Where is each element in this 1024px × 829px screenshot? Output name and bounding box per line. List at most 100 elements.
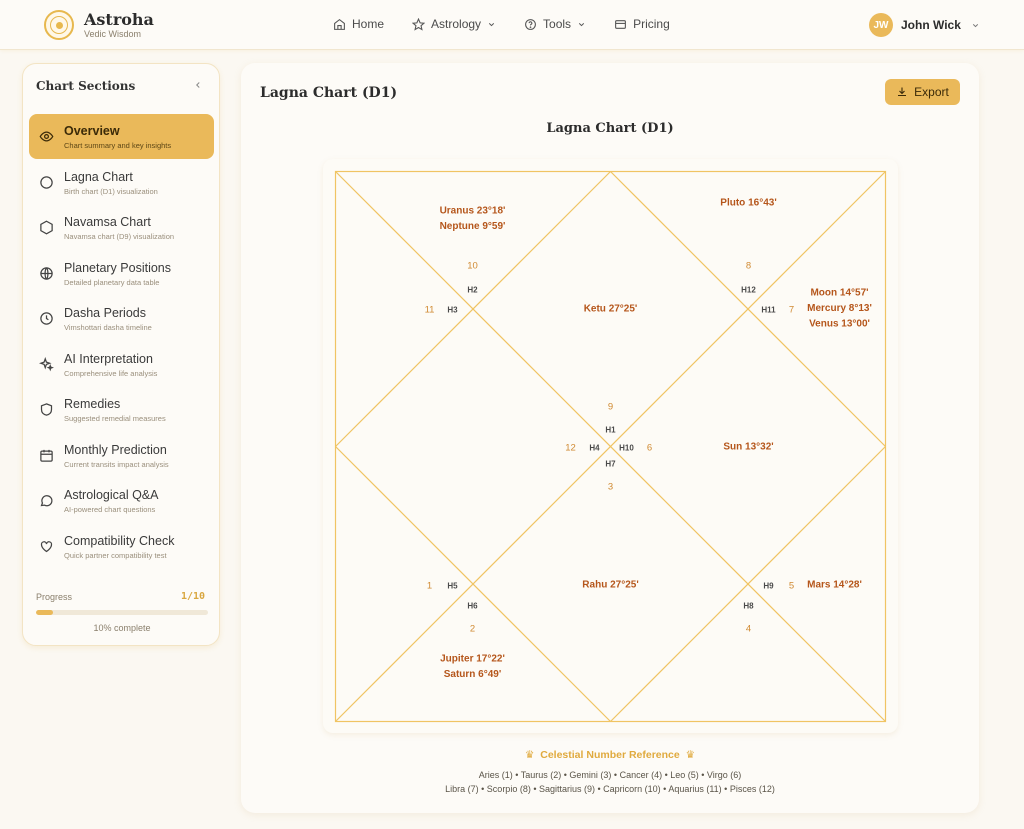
sidebar-item-description: AI-powered chart questions [64,505,156,514]
sign-number-label: 9 [608,402,613,413]
sidebar-item-navamsa-chart[interactable]: Navamsa Chart Navamsa chart (D9) visuali… [29,205,214,250]
house-number-label: H12 [741,286,756,295]
reference-title: ♛ Celestial Number Reference ♛ [241,749,979,761]
brand-tagline: Vedic Wisdom [84,28,142,39]
sign-number-label: 6 [647,443,652,454]
house-number-label: H2 [467,286,478,295]
globe-icon [40,267,53,280]
sidebar-title: Chart Sections [36,79,136,93]
house-number-label: H8 [743,602,754,611]
sign-number-label: 5 [789,581,794,592]
sign-number-label: 4 [746,624,751,635]
planet-label: Mars 14°28' [807,580,862,591]
nav-tools[interactable]: Tools [524,17,586,31]
hexagon-icon [40,220,53,235]
progress-label: Progress [36,592,73,602]
crown-icon: ♛ [524,749,535,761]
chevron-down-icon [972,23,978,27]
sidebar-item-dasha-periods[interactable]: Dasha Periods Vimshottari dasha timeline [29,296,214,341]
nav-astrology[interactable]: Astrology [412,17,496,31]
clock-icon [40,312,53,325]
avatar: JW [869,13,893,37]
progress-bar-fill [36,610,54,615]
user-menu[interactable]: JW John Wick [869,13,980,37]
chevron-down-icon [488,22,495,26]
sign-number-label: 8 [746,261,751,272]
planet-label: Neptune 9°59' [440,221,506,232]
progress-percent-text: 10% complete [93,623,151,633]
sidebar-item-lagna-chart[interactable]: Lagna Chart Birth chart (D1) visualizati… [29,160,214,205]
heart-icon [40,541,53,553]
planet-label: Moon 14°57' [810,288,868,299]
planet-label: Sun 13°32' [723,442,773,453]
crown-icon: ♛ [685,749,695,761]
chevron-down-icon [578,22,585,26]
house-number-label: H4 [589,444,600,453]
sign-number-label: 1 [427,581,432,592]
sidebar-item-description: Detailed planetary data table [64,278,160,287]
nav-pricing[interactable]: Pricing [614,17,670,31]
house-number-label: H1 [605,426,616,435]
sidebar-item-compatibility-check[interactable]: Compatibility Check Quick partner compat… [29,524,214,569]
sidebar-item-overview[interactable]: Overview Chart summary and key insights [29,114,214,159]
reference-title-text: Celestial Number Reference [540,749,680,761]
page-title: Lagna Chart (D1) [260,85,398,101]
sidebar-item-label: Remedies [64,397,121,411]
sign-number-label: 12 [565,443,576,454]
nav-astrology-label: Astrology [431,17,482,31]
sidebar-item-description: Navamsa chart (D9) visualization [64,232,175,241]
export-label: Export [914,85,949,99]
home-icon [334,18,345,30]
nav-home[interactable]: Home [333,17,384,31]
sign-number-label: 7 [789,305,794,316]
brand-name: Astroha [84,9,154,29]
nav-pricing-label: Pricing [633,17,670,31]
sidebar-item-description: Comprehensive life analysis [64,369,158,378]
sign-number-label: 2 [470,624,475,635]
house-number-label: H9 [763,582,774,591]
sidebar-item-monthly-prediction[interactable]: Monthly Prediction Current transits impa… [29,433,214,478]
planet-label: Ketu 27°25' [584,304,638,315]
brand[interactable]: Astroha Vedic Wisdom [44,10,154,40]
sidebar-item-ai-interpretation[interactable]: AI Interpretation Comprehensive life ana… [29,342,214,387]
chart-heading: Lagna Chart (D1) [546,121,674,136]
nav-home-label: Home [352,17,385,31]
progress-count: 1/10 [181,591,206,602]
sidebar-item-label: Lagna Chart [64,170,133,184]
brand-logo-icon [44,10,74,40]
planet-label: Venus 13°00' [809,319,870,330]
planet-label: Mercury 8°13' [807,303,872,314]
reference-line-1: Aries (1) • Taurus (2) • Gemini (3) • Ca… [478,770,742,780]
sidebar-item-astrological-qa[interactable]: Astrological Q&A AI-powered chart questi… [29,478,214,523]
sidebar-item-label: Overview [64,124,120,138]
house-number-label: H7 [605,460,616,469]
help-circle-icon [525,18,536,30]
sidebar-item-planetary-positions[interactable]: Planetary Positions Detailed planetary d… [29,251,214,296]
sign-number-label: 10 [467,261,478,272]
chevron-left-icon[interactable] [193,80,203,90]
sign-number-label: 3 [608,482,613,493]
download-icon [898,87,907,97]
house-number-label: H11 [761,306,776,315]
sparkles-icon [39,357,54,372]
credit-card-icon [615,19,626,29]
house-number-label: H5 [447,582,458,591]
sidebar-item-label: Dasha Periods [64,306,146,320]
planet-label: Saturn 6°49' [444,669,502,680]
house-number-label: H10 [619,444,634,453]
main-panel: Lagna Chart (D1) Export Lagna Chart (D1)… [241,63,979,813]
planet-label: Rahu 27°25' [582,580,638,591]
house-number-label: H6 [467,602,478,611]
sidebar-item-description: Suggested remedial measures [64,414,166,423]
sidebar-item-remedies[interactable]: Remedies Suggested remedial measures [29,387,214,432]
sidebar-item-label: AI Interpretation [64,352,153,366]
nav-tools-label: Tools [543,17,572,31]
calendar-icon [40,449,53,462]
sidebar-item-label: Planetary Positions [64,261,172,275]
export-button[interactable]: Export [885,79,960,105]
reference-line-2: Libra (7) • Scorpio (8) • Sagittarius (9… [445,784,775,794]
sign-number-label: 11 [425,305,435,316]
lagna-chart-diagram: H1 9 Ketu 27°25' H2 10 Uranus 23°18' Neptune 9… [334,170,887,723]
sidebar-item-label: Compatibility Check [64,534,175,548]
house-number-label: H3 [447,306,458,315]
